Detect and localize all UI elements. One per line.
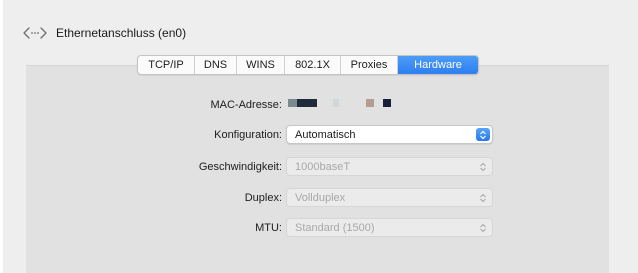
chevron-updown-icon [477, 160, 489, 173]
mtu-label: MTU: [255, 222, 282, 234]
geschwindigkeit-value: 1000baseT [295, 160, 351, 173]
tab-bar: TCP/IP DNS WINS 802.1X Proxies Hardware [137, 55, 479, 75]
duplex-value: Vollduplex [295, 191, 346, 204]
connection-title: Ethernetanschluss (en0) [56, 26, 187, 40]
tab-proxies[interactable]: Proxies [341, 56, 398, 74]
konfiguration-row: Konfiguration: [0, 125, 282, 145]
konfiguration-value: Automatisch [295, 128, 356, 141]
mtu-value: Standard (1500) [295, 221, 375, 234]
tab-wins[interactable]: WINS [237, 56, 285, 74]
mtu-popup[interactable]: Standard (1500) [286, 218, 493, 237]
connection-header: Ethernetanschluss (en0) [22, 22, 186, 44]
tab-hardware[interactable]: Hardware [398, 56, 478, 74]
duplex-label: Duplex: [244, 192, 282, 204]
ethernet-arrows-icon [22, 24, 48, 42]
mac-address-value-redacted [288, 99, 418, 109]
konfiguration-popup[interactable]: Automatisch [286, 125, 493, 144]
duplex-row: Duplex: [0, 188, 282, 208]
duplex-popup[interactable]: Vollduplex [286, 188, 493, 207]
mtu-row: MTU: [0, 218, 282, 238]
tab-tcpip[interactable]: TCP/IP [138, 56, 195, 74]
geschwindigkeit-popup[interactable]: 1000baseT [286, 157, 493, 176]
geschwindigkeit-label: Geschwindigkeit: [198, 161, 282, 173]
mac-label: MAC-Adresse: [210, 99, 282, 111]
geschwindigkeit-row: Geschwindigkeit: [0, 157, 282, 177]
konfiguration-label: Konfiguration: [214, 129, 282, 141]
chevron-updown-icon[interactable] [476, 128, 490, 141]
tab-dns[interactable]: DNS [195, 56, 237, 74]
chevron-updown-icon [477, 221, 489, 234]
network-hardware-window: Ethernetanschluss (en0) TCP/IP DNS WINS … [0, 0, 638, 273]
chevron-updown-icon [477, 191, 489, 204]
mac-row: MAC-Adresse: [0, 95, 282, 115]
tab-8021x[interactable]: 802.1X [285, 56, 341, 74]
